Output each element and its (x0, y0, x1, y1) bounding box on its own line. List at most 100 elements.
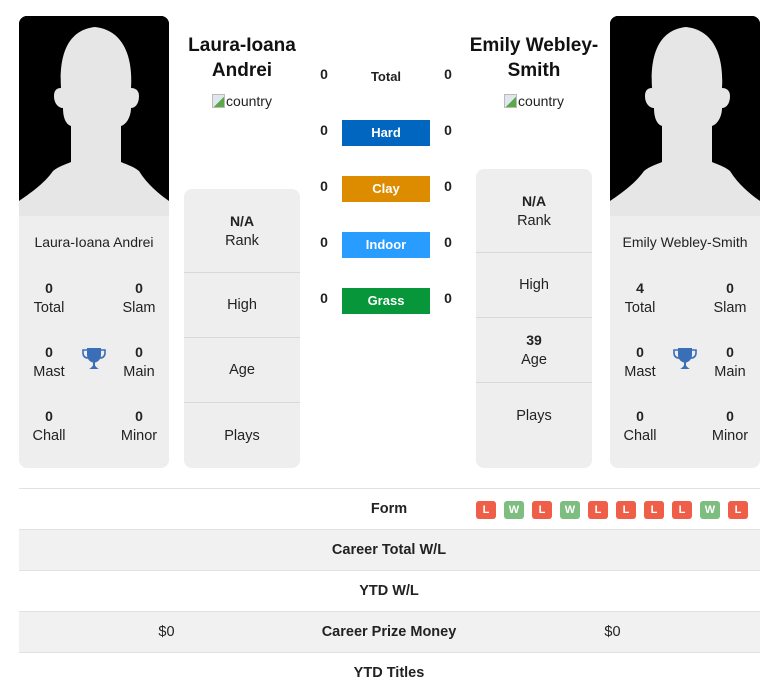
form-result-badge[interactable]: W (700, 501, 720, 519)
titles-chall-value: 0 (45, 408, 53, 424)
player-heading-left[interactable]: Laura-Ioana Andrei (177, 33, 307, 83)
h2h-indoor-left: 0 (320, 234, 328, 250)
titles-main-right: 0 Main (695, 342, 760, 382)
titles-mast-left: 0 Mast (19, 342, 84, 382)
form-result-badge[interactable]: W (504, 501, 524, 519)
career-prize-money-label: Career Prize Money (321, 624, 457, 640)
age-value: 39 (526, 332, 542, 348)
form-label: Form (370, 501, 408, 517)
country-flag-left: country (177, 93, 307, 109)
career-prize-money-row: $0 Career Prize Money $0 (19, 611, 760, 652)
plays-row-right: Plays (476, 383, 592, 448)
surface-hard-badge[interactable]: Hard (342, 120, 430, 146)
high-row-left: High (184, 273, 300, 338)
country-flag-right: country (469, 93, 599, 109)
titles-main-value: 0 (726, 344, 734, 360)
player-heading-left-line2: Andrei (211, 60, 273, 81)
surface-grass-badge[interactable]: Grass (342, 288, 430, 314)
titles-slam-label: Slam (122, 300, 156, 316)
h2h-hard-right: 0 (444, 122, 452, 138)
form-result-badge[interactable]: L (644, 501, 664, 519)
high-label: High (519, 277, 549, 293)
titles-slam-value: 0 (726, 280, 734, 296)
titles-slam-left: 0 Slam (104, 278, 169, 318)
country-alt-text: country (226, 93, 272, 109)
high-label: High (227, 297, 257, 313)
rank-panel-right: N/A Rank High 39 Age Plays (476, 169, 592, 468)
ytd-titles-label: YTD Titles (353, 665, 425, 681)
player-card-right: Emily Webley-Smith 4 Total 0 Slam 0 Mast… (610, 16, 760, 468)
titles-mast-label: Mast (33, 364, 65, 380)
titles-main-label: Main (714, 364, 746, 380)
h2h-indoor-right: 0 (444, 234, 452, 250)
form-result-badge[interactable]: W (560, 501, 580, 519)
titles-minor-value: 0 (135, 408, 143, 424)
player-photo-right (610, 16, 760, 216)
age-row-right: 39 Age (476, 318, 592, 383)
titles-total-right: 4 Total (610, 278, 675, 318)
age-label: Age (521, 352, 547, 368)
plays-row-left: Plays (184, 403, 300, 468)
titles-main-label: Main (123, 364, 155, 380)
silhouette-icon (19, 16, 169, 216)
titles-minor-right: 0 Minor (695, 406, 760, 446)
h2h-clay-right: 0 (444, 178, 452, 194)
rank-row-left: N/A Rank (184, 189, 300, 273)
titles-minor-label: Minor (711, 428, 749, 444)
form-result-badge[interactable]: L (476, 501, 496, 519)
rank-value: N/A (229, 212, 255, 229)
titles-total-label: Total (33, 300, 65, 316)
titles-total-value: 0 (45, 280, 53, 296)
titles-minor-label: Minor (120, 428, 158, 444)
career-prize-money-left: $0 (158, 624, 175, 640)
career-total-wl-label: Career Total W/L (331, 542, 447, 558)
rank-panel-left: N/A Rank High Age Plays (184, 189, 300, 468)
player-card-left: Laura-Ioana Andrei 0 Total 0 Slam 0 Mast… (19, 16, 169, 468)
h2h-clay-left: 0 (320, 178, 328, 194)
age-label: Age (229, 362, 255, 378)
titles-total-value: 4 (636, 280, 644, 296)
titles-minor-value: 0 (726, 408, 734, 424)
broken-image-icon (504, 94, 518, 108)
rank-label: Rank (517, 212, 551, 229)
age-row-left: Age (184, 338, 300, 403)
surface-indoor-badge[interactable]: Indoor (342, 232, 430, 258)
player-heading-left-line1: Laura-Ioana (188, 35, 296, 56)
player-name-right: Emily Webley-Smith (622, 234, 748, 250)
player-heading-right[interactable]: Emily Webley- Smith (469, 33, 599, 83)
titles-total-left: 0 Total (19, 278, 84, 318)
form-result-badge[interactable]: L (532, 501, 552, 519)
silhouette-icon (610, 16, 760, 216)
surface-total-label: Total (370, 69, 402, 84)
country-alt-text: country (518, 93, 564, 109)
rank-row-right: N/A Rank (476, 169, 592, 253)
titles-chall-right: 0 Chall (610, 406, 675, 446)
player-heading-right-line1: Emily Webley- (469, 35, 599, 56)
titles-slam-value: 0 (135, 280, 143, 296)
titles-main-value: 0 (135, 344, 143, 360)
titles-minor-left: 0 Minor (104, 406, 169, 446)
form-result-badge[interactable]: L (672, 501, 692, 519)
career-prize-money-right: $0 (604, 624, 621, 640)
ytd-wl-label: YTD W/L (359, 583, 419, 599)
titles-chall-label: Chall (623, 428, 657, 444)
form-result-badge[interactable]: L (588, 501, 608, 519)
plays-label: Plays (516, 407, 552, 424)
player-name-left: Laura-Ioana Andrei (34, 234, 154, 250)
titles-mast-value: 0 (45, 344, 53, 360)
h2h-hard-left: 0 (320, 122, 328, 138)
h2h-grass-right: 0 (444, 290, 452, 306)
titles-chall-left: 0 Chall (19, 406, 84, 446)
form-result-badge[interactable]: L (616, 501, 636, 519)
form-result-badge[interactable]: L (728, 501, 748, 519)
titles-mast-value: 0 (636, 344, 644, 360)
surface-clay-badge[interactable]: Clay (342, 176, 430, 202)
titles-mast-label: Mast (624, 364, 656, 380)
titles-slam-right: 0 Slam (695, 278, 760, 318)
rank-value: N/A (521, 192, 547, 209)
ytd-wl-row: YTD W/L (19, 570, 760, 611)
form-row: Form LWLWLLLLWL (19, 488, 760, 529)
player-heading-right-line2: Smith (507, 60, 561, 81)
ytd-titles-row: YTD Titles (19, 652, 760, 693)
titles-chall-label: Chall (32, 428, 66, 444)
